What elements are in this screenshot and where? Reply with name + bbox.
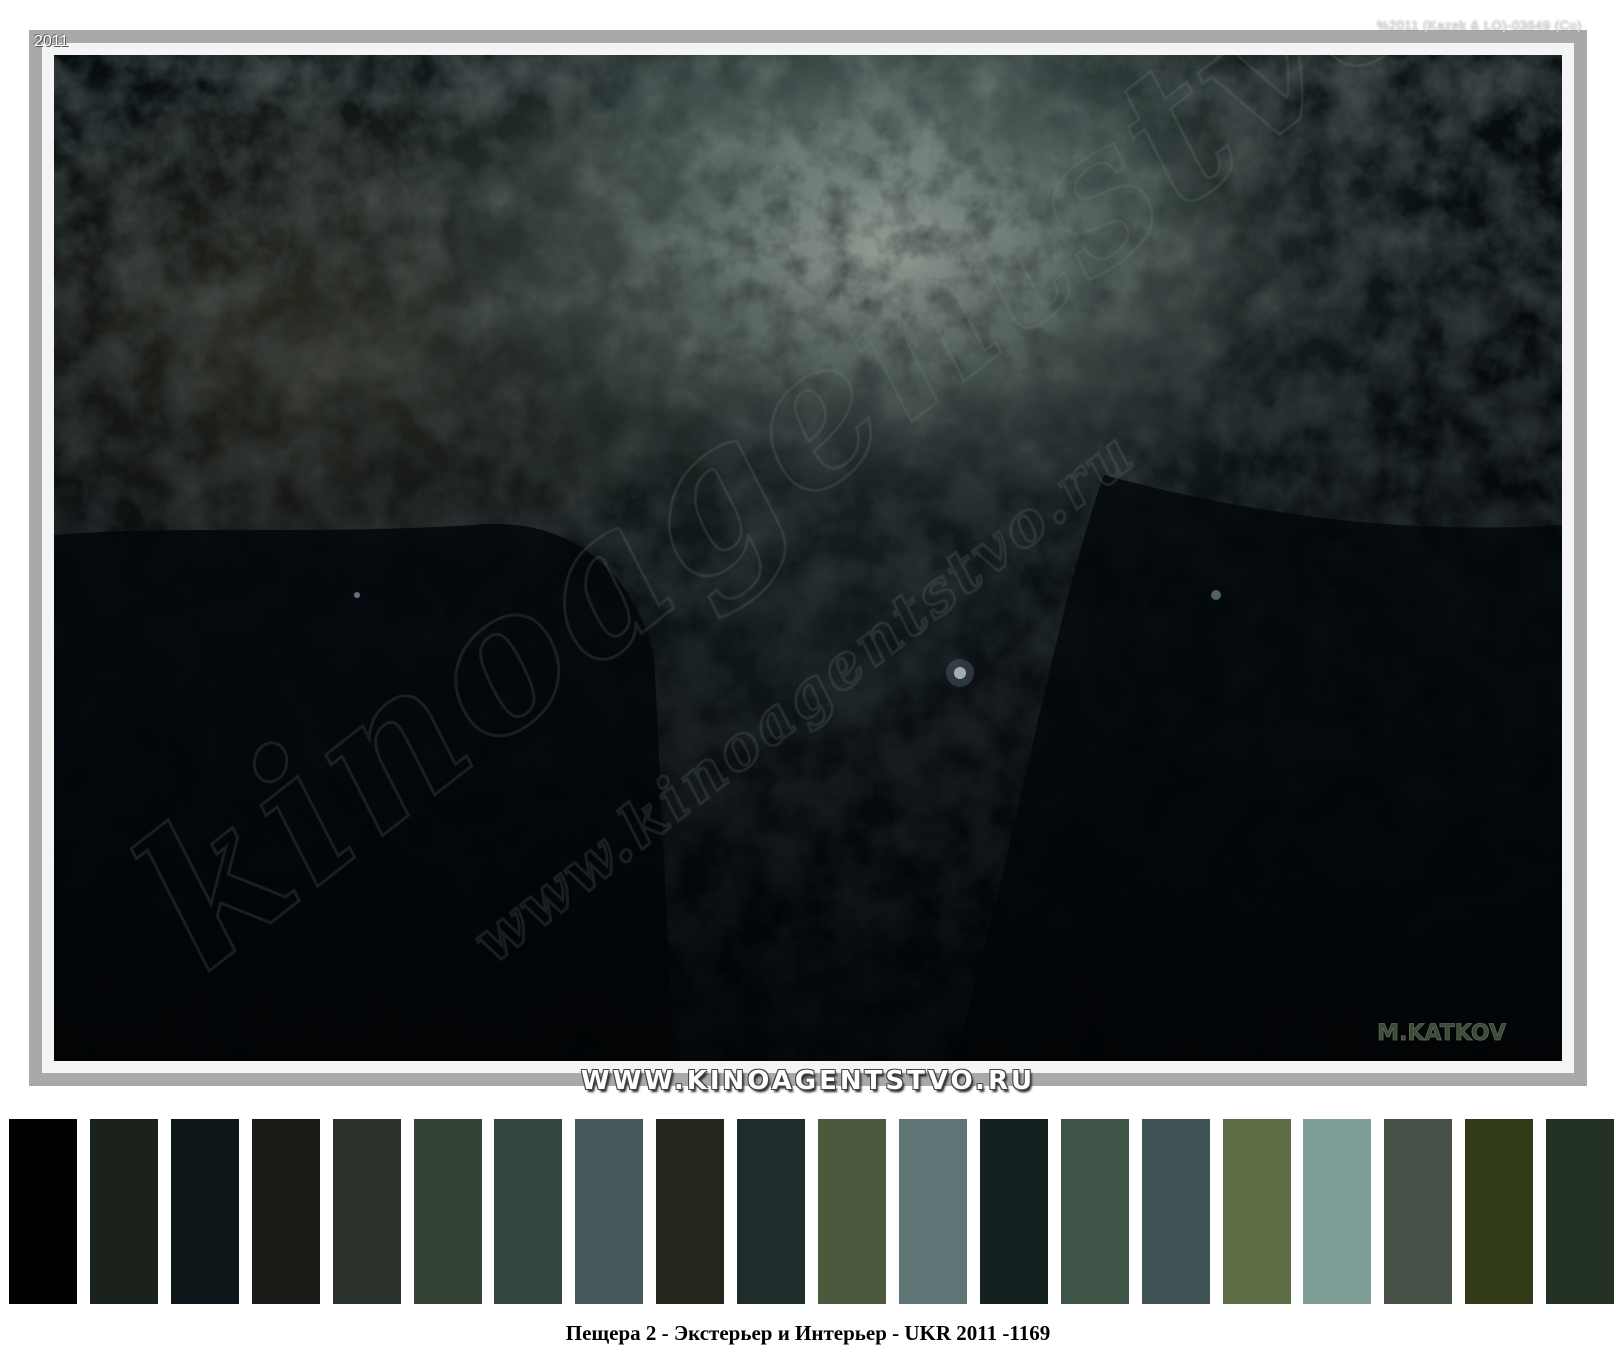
- palette-swatch: [1384, 1119, 1452, 1304]
- color-palette: [9, 1119, 1614, 1304]
- palette-swatch: [1223, 1119, 1291, 1304]
- cinema-color-palette-card: kinoagentstvo www.kinoagentstvo.ru M.KAT…: [0, 0, 1616, 1355]
- palette-swatch: [575, 1119, 643, 1304]
- caption: Пещера 2 - Экстерьер и Интерьер - UKR 20…: [565, 1321, 1051, 1345]
- year-stamp: 2011: [34, 33, 69, 50]
- palette-swatch: [494, 1119, 562, 1304]
- palette-swatch: [899, 1119, 967, 1304]
- palette-swatch: [1061, 1119, 1129, 1304]
- website-banner: WWW.KINOAGENTSTVO.RU: [580, 1066, 1036, 1096]
- palette-swatch: [90, 1119, 158, 1304]
- palette-swatch: [1546, 1119, 1614, 1304]
- palette-swatch: [171, 1119, 239, 1304]
- palette-swatch: [980, 1119, 1048, 1304]
- palette-swatch: [1142, 1119, 1210, 1304]
- palette-swatch: [414, 1119, 482, 1304]
- palette-swatch: [656, 1119, 724, 1304]
- cave-photograph: kinoagentstvo www.kinoagentstvo.ru M.KAT…: [54, 55, 1562, 1061]
- palette-swatch: [333, 1119, 401, 1304]
- photographer-signature: M.KATKOV: [1377, 1021, 1506, 1046]
- palette-swatch: [252, 1119, 320, 1304]
- copyright-stamp: %2011 (Kazek & LO)-03649 (Co): [1376, 18, 1582, 33]
- palette-swatch: [9, 1119, 77, 1304]
- photo-frame: kinoagentstvo www.kinoagentstvo.ru M.KAT…: [29, 30, 1587, 1086]
- cave-rock-image: kinoagentstvo www.kinoagentstvo.ru M.KAT…: [54, 55, 1562, 1061]
- palette-swatch: [737, 1119, 805, 1304]
- palette-swatch: [1465, 1119, 1533, 1304]
- palette-swatch: [818, 1119, 886, 1304]
- palette-swatch: [1303, 1119, 1371, 1304]
